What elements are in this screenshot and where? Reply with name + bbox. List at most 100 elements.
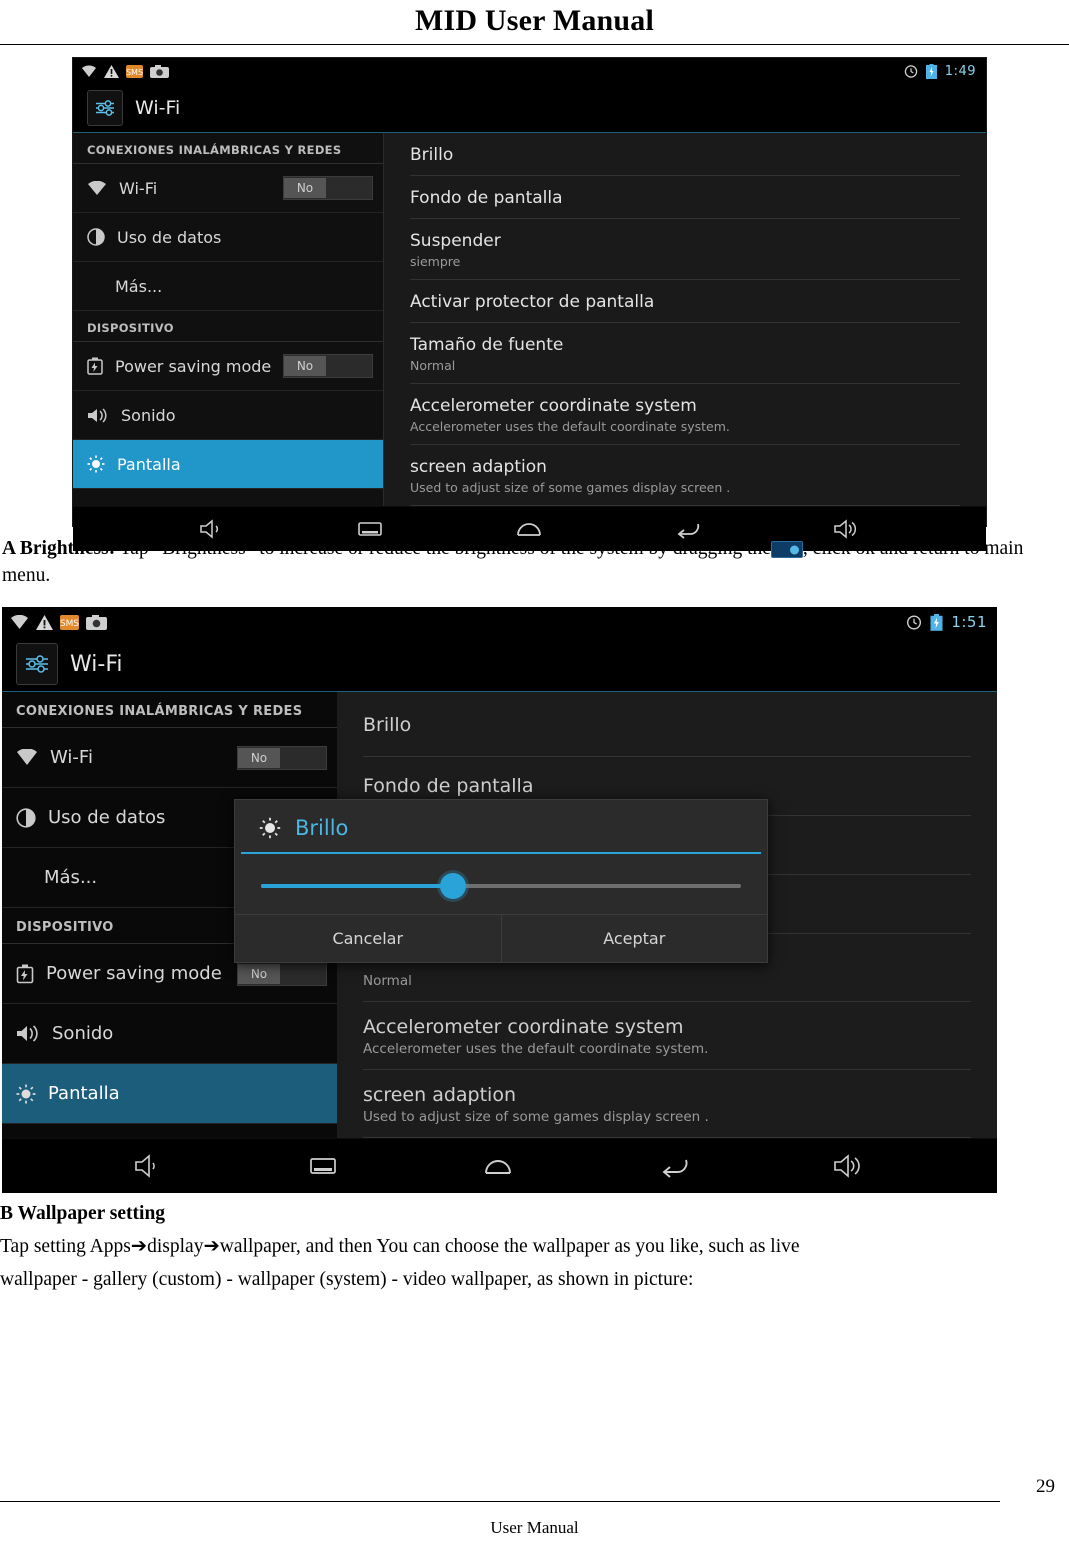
- recents-icon[interactable]: [307, 1154, 339, 1178]
- sidebar-item-wifi[interactable]: Wi-Fi No: [2, 728, 337, 788]
- accept-button[interactable]: Aceptar: [500, 915, 768, 962]
- slider-inline-icon: [770, 541, 803, 558]
- paragraph-wallpaper-line2: wallpaper - gallery (custom) - wallpaper…: [0, 1269, 694, 1290]
- app-title-bar: Wi-Fi: [73, 84, 986, 133]
- power-saving-toggle[interactable]: No: [283, 354, 373, 378]
- screenshot-brightness-dialog: SMS 1:51 Wi-Fi CONEXIONES INALÁMBRICAS Y…: [2, 607, 997, 1193]
- list-item-title: Accelerometer coordinate system: [363, 1016, 684, 1038]
- sound-icon: [16, 1024, 40, 1043]
- list-item-subtitle: Accelerometer uses the default coordinat…: [363, 1041, 709, 1057]
- wifi-icon: [87, 180, 107, 196]
- settings-icon: [16, 643, 58, 685]
- list-item-title: Fondo de pantalla: [363, 775, 534, 797]
- dialog-buttons: Cancelar Aceptar: [235, 914, 767, 962]
- sidebar-item-wifi[interactable]: Wi-Fi No: [73, 164, 383, 213]
- data-usage-icon: [87, 228, 105, 246]
- list-item-title: Fondo de pantalla: [410, 188, 563, 208]
- brightness-dialog: Brillo Cancelar Aceptar: [234, 799, 768, 963]
- wifi-icon: [16, 749, 38, 766]
- wifi-toggle-label: No: [284, 178, 326, 198]
- document-page: MID User Manual SMS 1:49 Wi-Fi CONEXIONE…: [0, 4, 1069, 1554]
- sidebar-section-device: DISPOSITIVO: [73, 311, 383, 342]
- paragraph-wallpaper-line1: Tap setting Apps➔display➔wallpaper, and …: [0, 1236, 800, 1257]
- sidebar-item-label: Pantalla: [117, 454, 181, 474]
- battery-saver-icon: [16, 964, 34, 984]
- list-item-subtitle: Normal: [363, 973, 412, 989]
- list-item-subtitle: Normal: [410, 358, 456, 373]
- battery-saver-icon: [87, 357, 103, 375]
- list-item-sleep[interactable]: Suspender siempre: [410, 219, 960, 280]
- sidebar-item-label: Power saving mode: [115, 356, 272, 376]
- alarm-icon: [906, 614, 922, 630]
- brightness-slider[interactable]: [261, 873, 741, 899]
- list-item-brightness[interactable]: Brillo: [363, 692, 971, 757]
- app-title-label: Wi-Fi: [70, 651, 123, 677]
- home-icon[interactable]: [482, 1154, 514, 1178]
- sidebar-item-label: Sonido: [52, 1023, 114, 1044]
- list-item-screen-adaption[interactable]: screen adaption Used to adjust size of s…: [363, 1070, 971, 1138]
- volume-up-icon[interactable]: [833, 1154, 865, 1178]
- paragraph-wallpaper: B Wallpaper setting Tap setting Apps➔dis…: [0, 1197, 1069, 1296]
- list-item-subtitle: Accelerometer uses the default coordinat…: [410, 419, 730, 434]
- power-saving-toggle[interactable]: No: [237, 961, 327, 986]
- settings-body: CONEXIONES INALÁMBRICAS Y REDES Wi-Fi No…: [73, 133, 986, 506]
- navigation-bar: [73, 506, 986, 551]
- footer-label: User Manual: [490, 1518, 579, 1537]
- sidebar-item-label: Sonido: [121, 405, 176, 425]
- list-item-subtitle: siempre: [410, 254, 461, 269]
- paragraph-wallpaper-heading: B Wallpaper setting: [0, 1203, 166, 1224]
- list-item-screen-adaption[interactable]: screen adaption Used to adjust size of s…: [410, 445, 960, 506]
- status-time: 1:51: [951, 613, 987, 631]
- sidebar-item-label: Pantalla: [48, 1083, 120, 1104]
- sms-icon: SMS: [126, 64, 143, 78]
- volume-down-icon[interactable]: [134, 1154, 164, 1178]
- list-item-title: Brillo: [363, 714, 412, 736]
- sidebar-item-display[interactable]: Pantalla: [2, 1064, 337, 1124]
- volume-down-icon[interactable]: [199, 519, 225, 539]
- list-item-title: Tamaño de fuente: [410, 335, 564, 355]
- screenshot-display-settings: SMS 1:49 Wi-Fi CONEXIONES INALÁMBRICAS Y…: [72, 57, 987, 551]
- back-icon[interactable]: [674, 519, 702, 539]
- list-item-title: Suspender: [410, 231, 501, 251]
- app-title-bar: Wi-Fi: [2, 637, 997, 692]
- sidebar-item-label: Más...: [115, 276, 163, 296]
- cancel-button[interactable]: Cancelar: [235, 915, 501, 962]
- home-icon[interactable]: [515, 519, 543, 539]
- sidebar-item-power-saving[interactable]: Power saving mode No: [73, 342, 383, 391]
- sidebar-item-sound[interactable]: Sonido: [73, 391, 383, 440]
- sidebar-item-data-usage[interactable]: Uso de datos: [73, 213, 383, 262]
- list-item-accelerometer[interactable]: Accelerometer coordinate system Accelero…: [363, 1002, 971, 1070]
- recents-icon[interactable]: [356, 519, 384, 539]
- sidebar-item-label: Power saving mode: [46, 963, 222, 984]
- display-settings-list: Brillo Fondo de pantalla Suspender siemp…: [384, 133, 986, 506]
- wifi-toggle[interactable]: No: [283, 176, 373, 200]
- volume-up-icon[interactable]: [833, 519, 861, 539]
- list-item-title: Brillo: [410, 145, 454, 165]
- sidebar-item-more[interactable]: Más...: [73, 262, 383, 311]
- sidebar-item-label: Uso de datos: [117, 227, 222, 247]
- brightness-icon: [259, 817, 281, 839]
- list-item-daydream[interactable]: Activar protector de pantalla: [410, 280, 960, 323]
- svg-text:SMS: SMS: [126, 68, 143, 77]
- app-title-label: Wi-Fi: [135, 97, 181, 119]
- list-item-accelerometer[interactable]: Accelerometer coordinate system Accelero…: [410, 384, 960, 445]
- footer-divider: [0, 1501, 1000, 1502]
- list-item-brightness[interactable]: Brillo: [410, 133, 960, 176]
- back-icon[interactable]: [658, 1154, 690, 1178]
- sidebar-item-label: Más...: [44, 867, 98, 888]
- data-usage-icon: [16, 807, 36, 828]
- list-item-wallpaper[interactable]: Fondo de pantalla: [410, 176, 960, 219]
- brightness-slider-thumb[interactable]: [440, 873, 466, 899]
- page-title: MID User Manual: [414, 4, 655, 37]
- sidebar-item-display[interactable]: Pantalla: [73, 440, 383, 489]
- status-time: 1:49: [944, 63, 976, 79]
- sidebar-item-label: Uso de datos: [48, 807, 166, 828]
- wifi-toggle-label: No: [238, 747, 280, 768]
- power-saving-toggle-label: No: [284, 356, 326, 376]
- list-item-font-size[interactable]: Tamaño de fuente Normal: [410, 323, 960, 384]
- wifi-toggle[interactable]: No: [237, 745, 327, 770]
- brightness-slider-fill: [261, 884, 453, 888]
- title-divider: [0, 44, 1069, 45]
- camera-icon: [150, 64, 169, 78]
- sidebar-item-sound[interactable]: Sonido: [2, 1004, 337, 1064]
